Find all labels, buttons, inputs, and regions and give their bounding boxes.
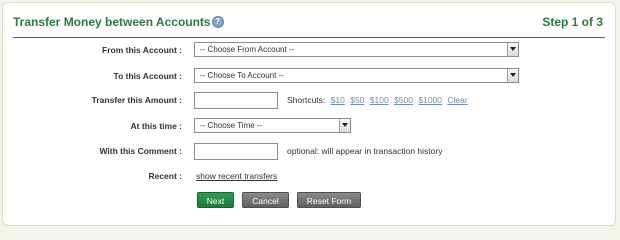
from-account-selected: -- Choose From Account -- bbox=[200, 45, 295, 54]
amount-label: Transfer this Amount : bbox=[91, 95, 182, 105]
to-account-label: To this Account : bbox=[113, 71, 182, 81]
comment-input[interactable] bbox=[194, 143, 278, 160]
panel-header: Transfer Money between Accounts? Step 1 … bbox=[3, 3, 615, 39]
to-account-select[interactable]: -- Choose To Account -- bbox=[194, 68, 519, 83]
time-label: At this time : bbox=[130, 121, 182, 131]
shortcut-50[interactable]: $50 bbox=[350, 95, 364, 105]
shortcut-clear[interactable]: Clear bbox=[447, 95, 467, 105]
amount-shortcuts: Shortcuts: $10 $50 $100 $500 $1000 Clear bbox=[287, 95, 468, 105]
to-account-row: To this Account : -- Choose To Account -… bbox=[3, 68, 615, 88]
step-indicator: Step 1 of 3 bbox=[542, 15, 603, 29]
from-account-select[interactable]: -- Choose From Account -- bbox=[194, 42, 519, 57]
cancel-button[interactable]: Cancel bbox=[242, 192, 289, 208]
to-account-selected: -- Choose To Account -- bbox=[200, 71, 284, 80]
help-icon[interactable]: ? bbox=[211, 16, 224, 28]
page-title-text: Transfer Money between Accounts bbox=[13, 15, 211, 29]
page-title: Transfer Money between Accounts? bbox=[13, 15, 224, 29]
show-recent-transfers-link[interactable]: show recent transfers bbox=[196, 171, 277, 181]
recent-label: Recent : bbox=[148, 171, 182, 181]
amount-input[interactable] bbox=[194, 92, 278, 109]
shortcut-500[interactable]: $500 bbox=[394, 95, 413, 105]
next-button[interactable]: Next bbox=[197, 192, 234, 208]
shortcut-1000[interactable]: $1000 bbox=[418, 95, 442, 105]
recent-row: Recent : show recent transfers bbox=[3, 168, 615, 188]
comment-row: With this Comment : optional: will appea… bbox=[3, 143, 615, 163]
from-account-label: From this Account : bbox=[102, 45, 182, 55]
shortcut-10[interactable]: $10 bbox=[331, 95, 345, 105]
amount-row: Transfer this Amount : Shortcuts: $10 $5… bbox=[3, 92, 615, 112]
time-selected: -- Choose Time -- bbox=[200, 121, 263, 130]
header-divider bbox=[13, 37, 605, 38]
chevron-down-icon[interactable] bbox=[507, 69, 518, 82]
reset-form-button[interactable]: Reset Form bbox=[297, 192, 361, 208]
comment-hint: optional: will appear in transaction his… bbox=[287, 146, 443, 156]
chevron-down-icon[interactable] bbox=[507, 43, 518, 56]
time-select[interactable]: -- Choose Time -- bbox=[194, 118, 351, 133]
shortcut-100[interactable]: $100 bbox=[370, 95, 389, 105]
time-row: At this time : -- Choose Time -- bbox=[3, 118, 615, 138]
transfer-panel: Transfer Money between Accounts? Step 1 … bbox=[2, 2, 616, 226]
comment-label: With this Comment : bbox=[99, 146, 182, 156]
from-account-row: From this Account : -- Choose From Accou… bbox=[3, 42, 615, 62]
shortcuts-label: Shortcuts: bbox=[287, 95, 326, 105]
chevron-down-icon[interactable] bbox=[339, 119, 350, 132]
